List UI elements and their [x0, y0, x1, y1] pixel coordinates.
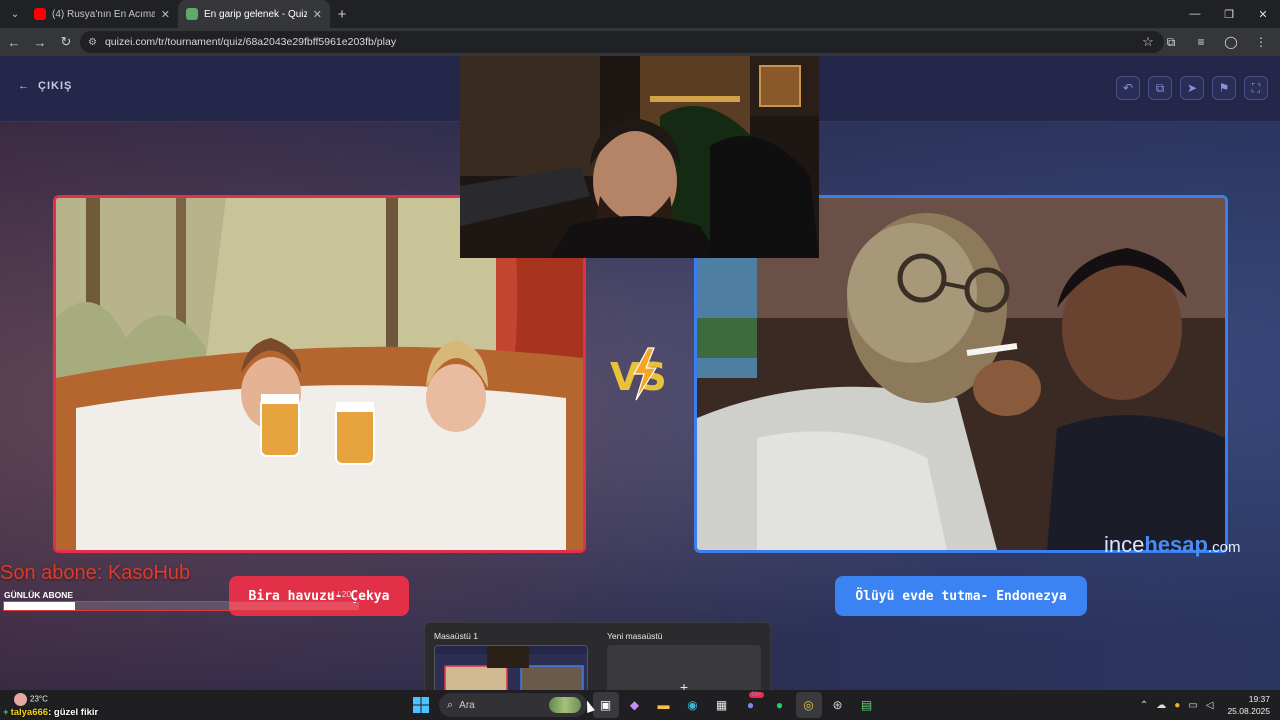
last-subscriber-text: Son abone: KasoHub	[0, 562, 191, 584]
taskbar-apps: ⌕ Ara ▣ ◆ ▬ ◉ ▦ ● 99+ ● ◎ ⊛ ▤	[406, 692, 881, 718]
discord-icon[interactable]: ● 99+	[738, 692, 764, 718]
taskbar-search[interactable]: ⌕ Ara	[439, 693, 587, 717]
daily-sub-count: 4 / 20	[330, 589, 352, 599]
task-view-popup: Masaüstü 1 Yeni masaüstü +	[424, 622, 771, 690]
undo-icon[interactable]: ↶	[1116, 76, 1140, 100]
extensions-icon[interactable]: ⧉	[1158, 30, 1184, 54]
exit-label: ÇIKIŞ	[38, 80, 73, 92]
desktop-1-label: Masaüstü 1	[434, 631, 478, 641]
window-controls: — ❐ ✕	[1178, 0, 1280, 28]
temperature: 23°C	[30, 694, 48, 704]
watermark: incehesap.com	[1104, 532, 1240, 558]
task-view-icon[interactable]: ▣	[592, 692, 619, 718]
daily-sub-label: GÜNLÜK ABONE	[4, 590, 74, 600]
watermark-part-a: ince	[1104, 532, 1145, 557]
restore-icon[interactable]: ❐	[1212, 0, 1246, 28]
browser-tab-bar: ⌄ (4) Rusya'nın En Acımasız Seri K ✕ En …	[0, 0, 1280, 28]
onedrive-icon[interactable]: ☁	[1156, 700, 1166, 711]
media-icon[interactable]: ≡	[1188, 30, 1214, 54]
microsoft-store-icon[interactable]: ▦	[709, 692, 735, 718]
microphone-icon[interactable]: ●	[1174, 700, 1180, 711]
quiz-page: ← ÇIKIŞ ↶ ⧉ ➤ ⚑ ⛶ VS Bira havuzu- Çekya …	[0, 56, 1280, 690]
discord-badge: 99+	[749, 692, 764, 698]
weather-icon	[14, 693, 27, 706]
youtube-favicon-icon	[34, 8, 46, 20]
forward-icon[interactable]: →	[28, 30, 52, 54]
spotify-icon[interactable]: ●	[767, 692, 793, 718]
arrow-left-icon: ←	[18, 80, 30, 92]
close-icon[interactable]: ✕	[313, 8, 322, 21]
game-app-icon[interactable]: ▤	[854, 692, 880, 718]
streamer-webcam	[460, 56, 819, 258]
windows-start-icon[interactable]	[408, 692, 434, 718]
tab-youtube[interactable]: (4) Rusya'nın En Acımasız Seri K ✕	[26, 0, 178, 28]
desktop-1-preview	[435, 646, 587, 690]
versus-badge-icon: VS	[610, 347, 667, 401]
browser-toolbar: ⧉ ≡ ◯ ⋮	[1158, 30, 1274, 54]
windows-logo-icon	[412, 697, 429, 713]
network-icon[interactable]: ▭	[1188, 700, 1197, 711]
new-desktop-button[interactable]: +	[607, 645, 761, 690]
search-placeholder: Ara	[459, 699, 475, 711]
fullscreen-icon[interactable]: ⛶	[1244, 76, 1268, 100]
weather-widget[interactable]: 23°C	[14, 693, 48, 706]
share-icon[interactable]: ➤	[1180, 76, 1204, 100]
desktop-2-label: Yeni masaüstü	[607, 631, 663, 641]
chat-message: + talya666: güzel fikir	[3, 707, 99, 718]
clock-time: 19:37	[1248, 694, 1270, 704]
reload-icon[interactable]: ↻	[54, 30, 78, 54]
clock[interactable]: 19:37 25.08.2025	[1227, 693, 1270, 717]
close-window-icon[interactable]: ✕	[1246, 0, 1280, 28]
chat-text: güzel fikir	[53, 707, 99, 718]
steam-icon[interactable]: ⊛	[825, 692, 851, 718]
search-highlight-image	[549, 697, 581, 713]
menu-icon[interactable]: ⋮	[1248, 30, 1274, 54]
search-icon: ⌕	[447, 698, 454, 711]
exit-button[interactable]: ← ÇIKIŞ	[18, 80, 72, 92]
report-flag-icon[interactable]: ⚑	[1212, 76, 1236, 100]
chat-user: talya666	[10, 707, 49, 718]
url-field[interactable]: ⚙ quizei.com/tr/tournament/quiz/68a2043e…	[80, 31, 1164, 53]
new-tab-button[interactable]: +	[330, 6, 354, 23]
system-tray: ⌃ ☁ ● ▭ ◁ 19:37 25.08.2025	[1140, 690, 1270, 720]
clock-date: 25.08.2025	[1227, 706, 1270, 716]
profile-icon[interactable]: ◯	[1218, 30, 1244, 54]
chrome-icon[interactable]: ◎	[795, 692, 822, 718]
tab-quizei[interactable]: En garip gelenek - Quizei ✕	[178, 0, 330, 28]
url-text: quizei.com/tr/tournament/quiz/68a2043e29…	[104, 36, 397, 48]
address-bar-row: ← → ↻ ⚙ quizei.com/tr/tournament/quiz/68…	[0, 28, 1280, 56]
file-explorer-icon[interactable]: ▬	[651, 692, 677, 718]
minimize-icon[interactable]: —	[1178, 0, 1212, 28]
daily-sub-progress-fill	[4, 602, 75, 610]
chat-plus-icon: +	[3, 707, 9, 718]
tab-title: En garip gelenek - Quizei	[204, 8, 307, 20]
copy-icon[interactable]: ⧉	[1148, 76, 1172, 100]
volume-icon[interactable]: ◁	[1206, 700, 1214, 711]
tab-search-chevron-icon[interactable]: ⌄	[4, 3, 26, 25]
site-info-icon[interactable]: ⚙	[88, 37, 97, 48]
watermark-part-c: .com	[1207, 539, 1241, 556]
chevron-up-icon[interactable]: ⌃	[1140, 700, 1148, 711]
plus-icon: +	[679, 679, 689, 690]
desktop-1-thumbnail[interactable]	[434, 645, 588, 690]
webcam-image	[460, 56, 819, 258]
quizei-favicon-icon	[186, 8, 198, 20]
copilot-icon[interactable]: ◆	[622, 692, 648, 718]
back-icon[interactable]: ←	[2, 30, 26, 54]
edge-icon[interactable]: ◉	[680, 692, 706, 718]
daily-sub-progress-bar	[3, 601, 360, 611]
tab-title: (4) Rusya'nın En Acımasız Seri K	[52, 8, 155, 20]
header-tools: ↶ ⧉ ➤ ⚑ ⛶	[1116, 76, 1268, 100]
bookmark-star-icon[interactable]: ☆	[1138, 30, 1158, 54]
right-option-button[interactable]: Ölüyü evde tutma- Endonezya	[835, 576, 1087, 616]
watermark-part-b: hesap	[1144, 532, 1208, 557]
close-icon[interactable]: ✕	[161, 8, 170, 21]
